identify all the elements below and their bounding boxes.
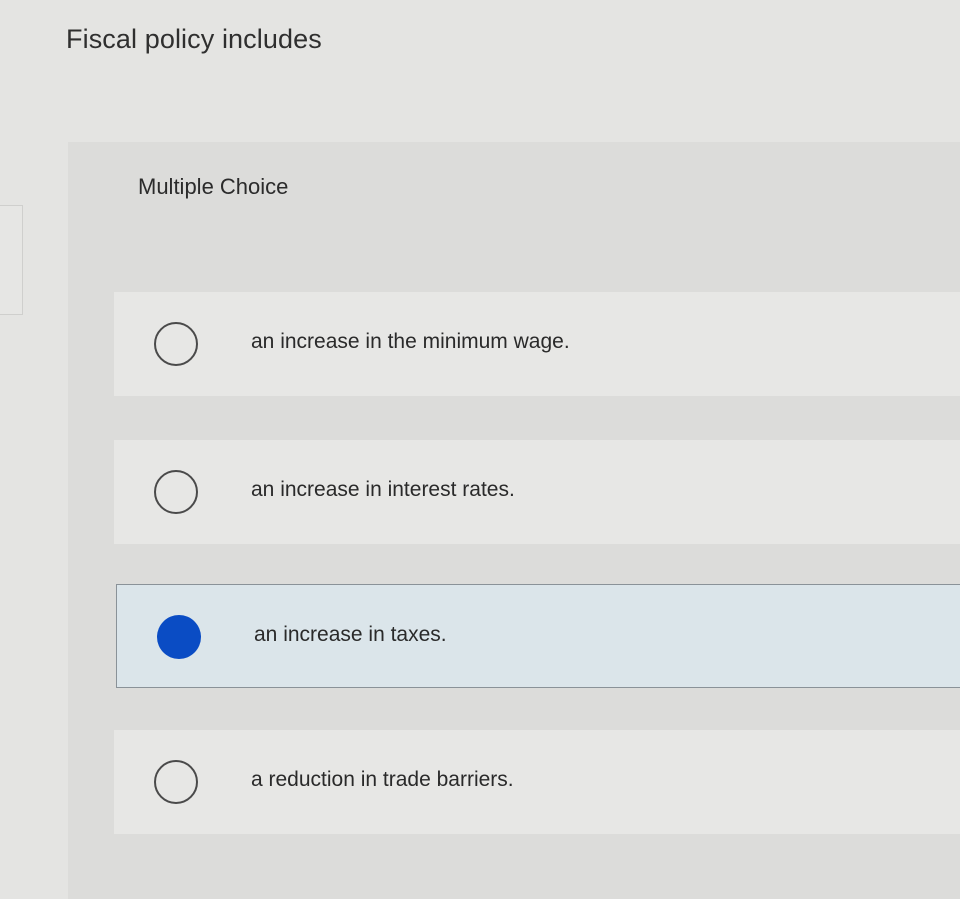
adjacent-panel-edge — [0, 205, 23, 315]
question-text: Fiscal policy includes — [66, 24, 322, 54]
answer-option-label: a reduction in trade barriers. — [251, 768, 514, 791]
answer-option-label: an increase in interest rates. — [251, 478, 515, 501]
answer-option-4[interactable]: a reduction in trade barriers. — [114, 730, 960, 834]
question-type-label: Multiple Choice — [138, 174, 289, 199]
answer-option-3[interactable]: an increase in taxes. — [116, 584, 960, 688]
radio-button-icon[interactable] — [154, 322, 198, 366]
answer-option-1[interactable]: an increase in the minimum wage. — [114, 292, 960, 396]
radio-button-icon[interactable] — [154, 760, 198, 804]
answer-option-2[interactable]: an increase in interest rates. — [114, 440, 960, 544]
radio-button-selected-icon[interactable] — [157, 615, 201, 659]
answer-option-label: an increase in taxes. — [254, 623, 447, 646]
radio-button-icon[interactable] — [154, 470, 198, 514]
answer-option-label: an increase in the minimum wage. — [251, 330, 570, 353]
